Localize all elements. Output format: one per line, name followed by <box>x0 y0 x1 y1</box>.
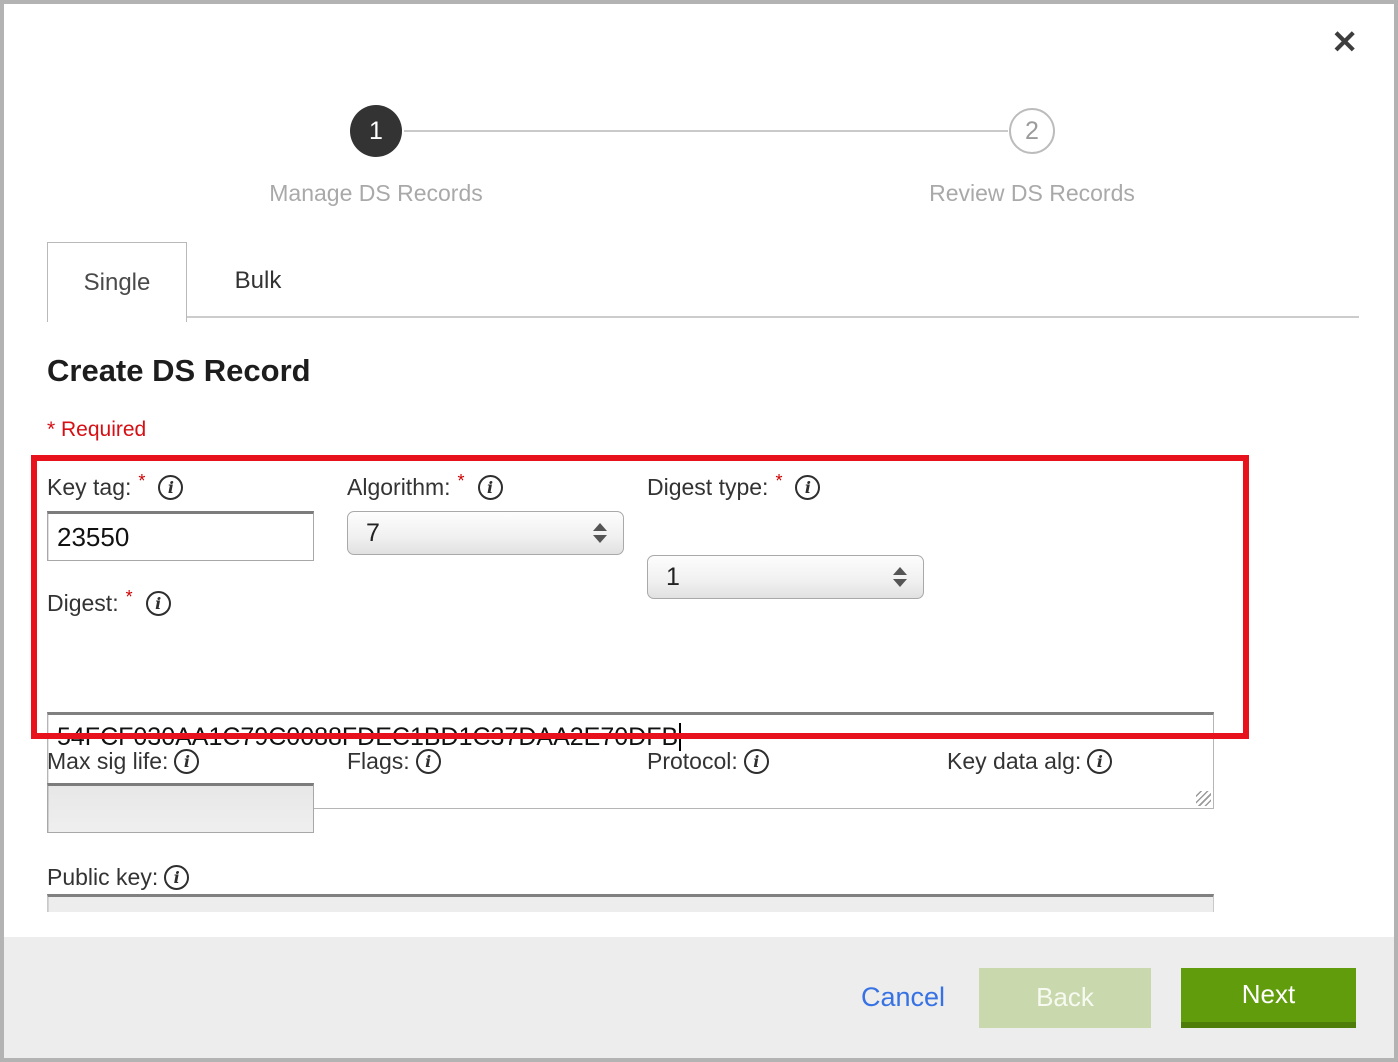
required-note: * Required <box>47 418 146 442</box>
max-sig-life-label: Max sig life: i <box>47 744 199 778</box>
protocol-info-icon[interactable]: i <box>744 749 769 774</box>
tab-bar-divider <box>187 316 1359 318</box>
cancel-link[interactable]: Cancel <box>861 982 945 1013</box>
select-arrows-icon <box>593 523 607 543</box>
algorithm-label: Algorithm: * i <box>347 470 503 504</box>
flags-info-icon[interactable]: i <box>416 749 441 774</box>
digest-type-required-asterisk: * <box>775 471 782 492</box>
digest-type-info-icon[interactable]: i <box>795 475 820 500</box>
public-key-textarea[interactable] <box>47 894 1214 912</box>
highlight-red-box <box>31 455 1249 739</box>
key-tag-info-icon[interactable]: i <box>158 475 183 500</box>
key-tag-input[interactable]: 23550 <box>47 511 314 561</box>
digest-type-label: Digest type: * i <box>647 470 820 504</box>
protocol-label: Protocol: i <box>647 744 769 778</box>
protocol-label-text: Protocol: <box>647 748 738 775</box>
public-key-label-text: Public key: <box>47 864 158 891</box>
page-title: Create DS Record <box>47 353 311 389</box>
select-arrows-icon <box>893 567 907 587</box>
algorithm-required-asterisk: * <box>458 471 465 492</box>
public-key-label: Public key: i <box>47 860 189 894</box>
resize-handle[interactable] <box>1196 791 1211 806</box>
public-key-info-icon[interactable]: i <box>164 865 189 890</box>
stepper-step-1-label: Manage DS Records <box>256 180 496 207</box>
stepper-connector <box>404 130 1008 132</box>
digest-type-label-text: Digest type: <box>647 474 768 501</box>
key-tag-label: Key tag: * i <box>47 470 183 504</box>
stepper-step-2-circle: 2 <box>1009 108 1055 154</box>
next-button[interactable]: Next <box>1181 968 1356 1028</box>
digest-type-value: 1 <box>666 563 680 592</box>
key-tag-required-asterisk: * <box>138 471 145 492</box>
digest-required-asterisk: * <box>126 587 133 608</box>
flags-label: Flags: i <box>347 744 441 778</box>
flags-label-text: Flags: <box>347 748 410 775</box>
digest-info-icon[interactable]: i <box>146 591 171 616</box>
tab-single[interactable]: Single <box>47 242 187 322</box>
key-data-alg-label: Key data alg: i <box>947 744 1112 778</box>
key-tag-value: 23550 <box>57 522 129 553</box>
modal-footer: Cancel Back Next <box>4 937 1394 1058</box>
digest-type-select[interactable]: 1 <box>647 555 924 599</box>
key-tag-label-text: Key tag: <box>47 474 131 501</box>
max-sig-life-label-text: Max sig life: <box>47 748 168 775</box>
algorithm-label-text: Algorithm: <box>347 474 451 501</box>
key-data-alg-label-text: Key data alg: <box>947 748 1081 775</box>
algorithm-value: 7 <box>366 519 380 548</box>
key-data-alg-info-icon[interactable]: i <box>1087 749 1112 774</box>
stepper-step-1-number: 1 <box>369 117 383 146</box>
max-sig-life-info-icon[interactable]: i <box>174 749 199 774</box>
tab-bulk[interactable]: Bulk <box>188 246 328 316</box>
close-icon[interactable]: ✕ <box>1331 26 1358 58</box>
stepper-step-2-label: Review DS Records <box>912 180 1152 207</box>
back-button[interactable]: Back <box>979 968 1151 1028</box>
digest-label: Digest: * i <box>47 586 171 620</box>
digest-label-text: Digest: <box>47 590 119 617</box>
create-ds-record-modal: ✕ 1 2 Manage DS Records Review DS Record… <box>0 0 1398 1062</box>
stepper-step-2-number: 2 <box>1025 117 1039 146</box>
algorithm-select[interactable]: 7 <box>347 511 624 555</box>
algorithm-info-icon[interactable]: i <box>478 475 503 500</box>
max-sig-life-input[interactable] <box>47 783 314 833</box>
stepper-step-1-circle: 1 <box>350 105 402 157</box>
